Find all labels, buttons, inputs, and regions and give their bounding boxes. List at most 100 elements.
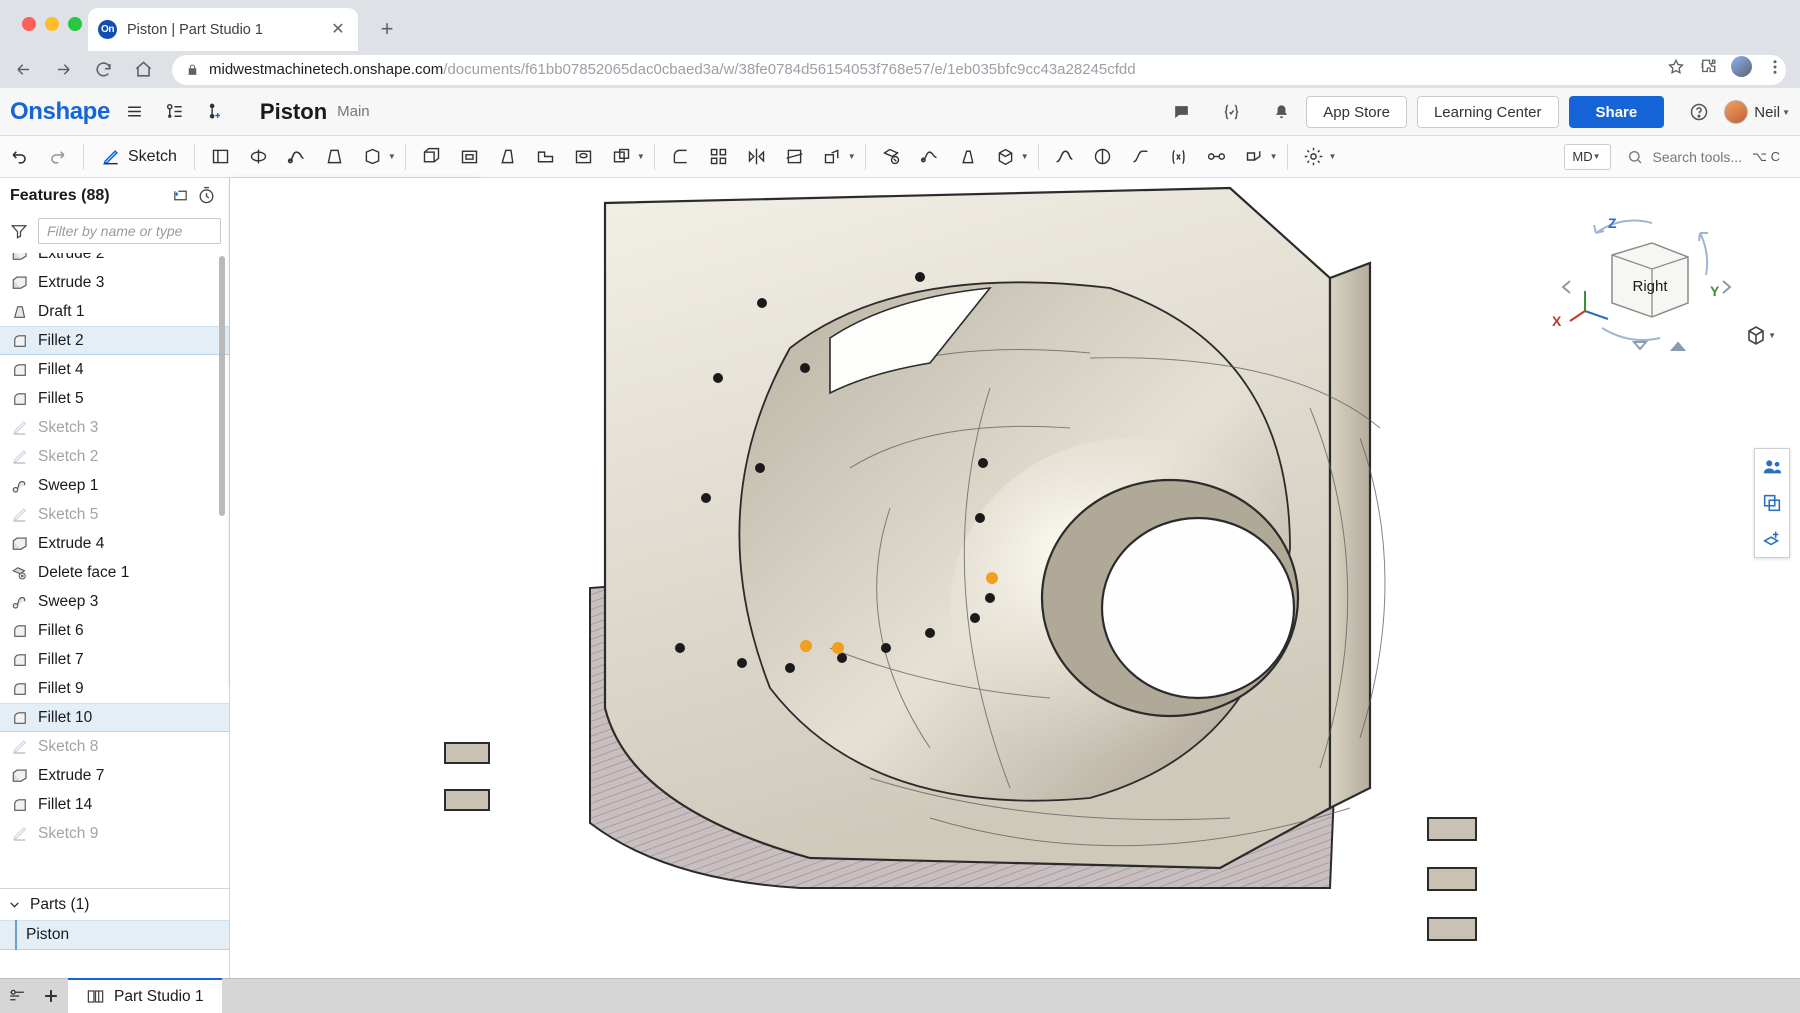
feature-item-fillet-5[interactable]: Fillet 5 xyxy=(0,384,229,413)
sheetmetal-icon[interactable] xyxy=(1238,140,1272,174)
chevron-down-icon-4[interactable]: ▼ xyxy=(1021,152,1029,161)
fillet-icon[interactable] xyxy=(664,140,698,174)
chevron-down-icon-display[interactable]: ▼ xyxy=(1768,331,1776,340)
features-scrollbar[interactable] xyxy=(219,256,225,516)
url-omnibox[interactable]: midwestmachinetech.onshape.com/documents… xyxy=(172,55,1786,85)
extrude-icon[interactable] xyxy=(415,140,449,174)
feature-item-sketch-8[interactable]: Sketch 8 xyxy=(0,732,229,761)
feature-item-fillet-6[interactable]: Fillet 6 xyxy=(0,616,229,645)
onshape-logo[interactable]: Onshape xyxy=(10,98,110,126)
forward-arrow-icon[interactable] xyxy=(46,53,80,87)
browser-tab[interactable]: On Piston | Part Studio 1 ✕ xyxy=(88,8,358,51)
loft-icon[interactable] xyxy=(318,140,352,174)
comment-icon[interactable] xyxy=(1166,97,1196,127)
chevron-down-icon-2[interactable]: ▼ xyxy=(637,152,645,161)
window-traffic-lights[interactable] xyxy=(22,17,82,31)
feature-item-sketch-9[interactable]: Sketch 9 xyxy=(0,819,229,848)
app-store-button[interactable]: App Store xyxy=(1306,96,1407,128)
hamburger-menu-icon[interactable] xyxy=(120,97,150,127)
rollback-timer-icon[interactable] xyxy=(193,183,219,209)
feature-item-extrude-4[interactable]: Extrude 4 xyxy=(0,529,229,558)
element-filter-icon[interactable] xyxy=(0,978,34,1013)
back-arrow-icon[interactable] xyxy=(6,53,40,87)
feature-item-fillet-7[interactable]: Fillet 7 xyxy=(0,645,229,674)
transform-icon[interactable] xyxy=(816,140,850,174)
puzzle-icon[interactable] xyxy=(1699,58,1717,76)
features-filter-input[interactable]: Filter by name or type xyxy=(38,218,221,244)
curve-pattern-icon[interactable] xyxy=(1124,140,1158,174)
copy-part-icon[interactable] xyxy=(1755,485,1789,521)
rib-icon[interactable] xyxy=(529,140,563,174)
delete-face-icon[interactable] xyxy=(875,140,909,174)
kebab-menu-icon[interactable] xyxy=(1766,58,1784,76)
new-tab-button[interactable]: + xyxy=(373,15,401,43)
minimize-window-button[interactable] xyxy=(45,17,59,31)
chevron-down-icon-5[interactable]: ▼ xyxy=(1270,152,1278,161)
reload-icon[interactable] xyxy=(86,53,120,87)
feature-item-fillet-9[interactable]: Fillet 9 xyxy=(0,674,229,703)
pattern-icon[interactable] xyxy=(702,140,736,174)
document-title[interactable]: Piston xyxy=(260,99,327,125)
parts-section-header[interactable]: Parts (1) xyxy=(0,889,229,920)
feature-item-fillet-10[interactable]: Fillet 10 xyxy=(0,703,229,732)
star-icon[interactable] xyxy=(1667,58,1685,76)
sweep-icon[interactable] xyxy=(280,140,314,174)
insert-part-icon[interactable] xyxy=(1755,521,1789,557)
display-style-button[interactable]: ▼ xyxy=(1744,323,1778,347)
plane-icon[interactable] xyxy=(204,140,238,174)
help-icon[interactable] xyxy=(1684,97,1714,127)
redo-icon[interactable] xyxy=(40,140,74,174)
list-item[interactable]: Piston xyxy=(0,920,229,950)
browser-profile-avatar[interactable] xyxy=(1731,56,1752,77)
maximize-window-button[interactable] xyxy=(68,17,82,31)
document-branch[interactable]: Main xyxy=(337,103,370,120)
home-icon[interactable] xyxy=(126,53,160,87)
draft-icon[interactable] xyxy=(491,140,525,174)
shell-icon[interactable] xyxy=(453,140,487,174)
feature-item-fillet-4[interactable]: Fillet 4 xyxy=(0,355,229,384)
view-cube[interactable]: Right Z Y X xyxy=(1560,203,1735,363)
featurescript-icon[interactable] xyxy=(1216,97,1246,127)
close-window-button[interactable] xyxy=(22,17,36,31)
feature-item-sweep-3[interactable]: Sweep 3 xyxy=(0,587,229,616)
split-icon[interactable] xyxy=(778,140,812,174)
insert-branch-icon[interactable] xyxy=(200,97,230,127)
collaborators-icon[interactable] xyxy=(1755,449,1789,485)
chevron-down-icon-3[interactable]: ▼ xyxy=(848,152,856,161)
filter-funnel-icon[interactable] xyxy=(8,220,30,242)
assembly-icon[interactable] xyxy=(1200,140,1234,174)
new-folder-icon[interactable] xyxy=(167,183,193,209)
version-graph-icon[interactable] xyxy=(160,97,190,127)
thicken-icon[interactable] xyxy=(356,140,390,174)
feature-item-extrude-7[interactable]: Extrude 7 xyxy=(0,761,229,790)
feature-item-extrude-3[interactable]: Extrude 3 xyxy=(0,268,229,297)
feature-item-extrude-2[interactable]: Extrude 2 xyxy=(0,253,229,268)
tab-part-studio-1[interactable]: Part Studio 1 xyxy=(68,978,222,1013)
feature-item-draft-1[interactable]: Draft 1 xyxy=(0,297,229,326)
offset-face-icon[interactable] xyxy=(989,140,1023,174)
chevron-down-icon-6[interactable]: ▼ xyxy=(1329,152,1337,161)
hole-icon[interactable] xyxy=(567,140,601,174)
graphics-viewport[interactable]: Right Z Y X ▼ xyxy=(230,178,1800,978)
curve-icon[interactable] xyxy=(1048,140,1082,174)
sketch-button[interactable]: Sketch xyxy=(91,141,187,173)
feature-item-sketch-5[interactable]: Sketch 5 xyxy=(0,500,229,529)
close-icon[interactable]: ✕ xyxy=(328,20,348,40)
user-menu[interactable]: Neil ▼ xyxy=(1724,100,1792,124)
feature-item-sketch-2[interactable]: Sketch 2 xyxy=(0,442,229,471)
boolean-icon[interactable] xyxy=(605,140,639,174)
units-selector[interactable]: MD ▼ xyxy=(1564,144,1610,170)
chevron-down-icon[interactable]: ▼ xyxy=(388,152,396,161)
settings-gear-icon[interactable] xyxy=(1297,140,1331,174)
move-face-icon[interactable] xyxy=(913,140,947,174)
add-tab-button[interactable] xyxy=(34,978,68,1013)
revolve-icon[interactable] xyxy=(242,140,276,174)
feature-item-fillet-2[interactable]: Fillet 2 xyxy=(0,326,229,355)
search-tools-input[interactable]: Search tools... ⌥ C xyxy=(1617,143,1790,171)
replace-face-icon[interactable] xyxy=(951,140,985,174)
variable-icon[interactable] xyxy=(1162,140,1196,174)
share-button[interactable]: Share xyxy=(1569,96,1665,128)
feature-item-sketch-3[interactable]: Sketch 3 xyxy=(0,413,229,442)
feature-item-sweep-1[interactable]: Sweep 1 xyxy=(0,471,229,500)
helix-icon[interactable] xyxy=(1086,140,1120,174)
